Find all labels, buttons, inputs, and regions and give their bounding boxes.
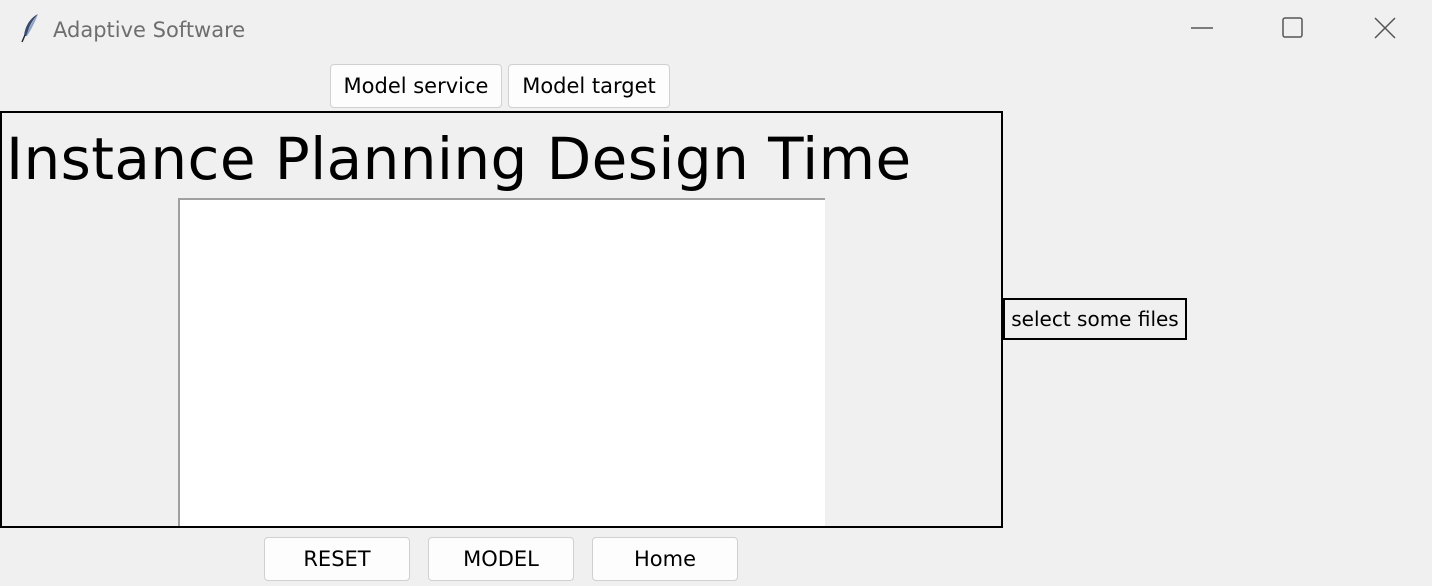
content-canvas[interactable] — [178, 198, 825, 526]
page-title: Instance Planning Design Time — [6, 125, 912, 193]
maximize-icon — [1282, 17, 1304, 39]
window-title: Adaptive Software — [53, 18, 246, 42]
feather-icon — [18, 12, 42, 44]
home-button[interactable]: Home — [592, 537, 738, 581]
close-button[interactable] — [1340, 0, 1430, 56]
reset-button[interactable]: RESET — [264, 537, 410, 581]
minimize-button[interactable] — [1157, 0, 1247, 56]
main-frame: Instance Planning Design Time — [0, 111, 1003, 528]
title-bar: Adaptive Software — [0, 0, 1432, 60]
select-files-label: select some files — [1003, 298, 1187, 340]
model-target-button[interactable]: Model target — [508, 64, 670, 108]
minimize-icon — [1191, 26, 1213, 30]
model-service-button[interactable]: Model service — [330, 64, 502, 108]
model-button[interactable]: MODEL — [428, 537, 574, 581]
close-icon — [1373, 16, 1397, 40]
maximize-button[interactable] — [1248, 0, 1338, 56]
